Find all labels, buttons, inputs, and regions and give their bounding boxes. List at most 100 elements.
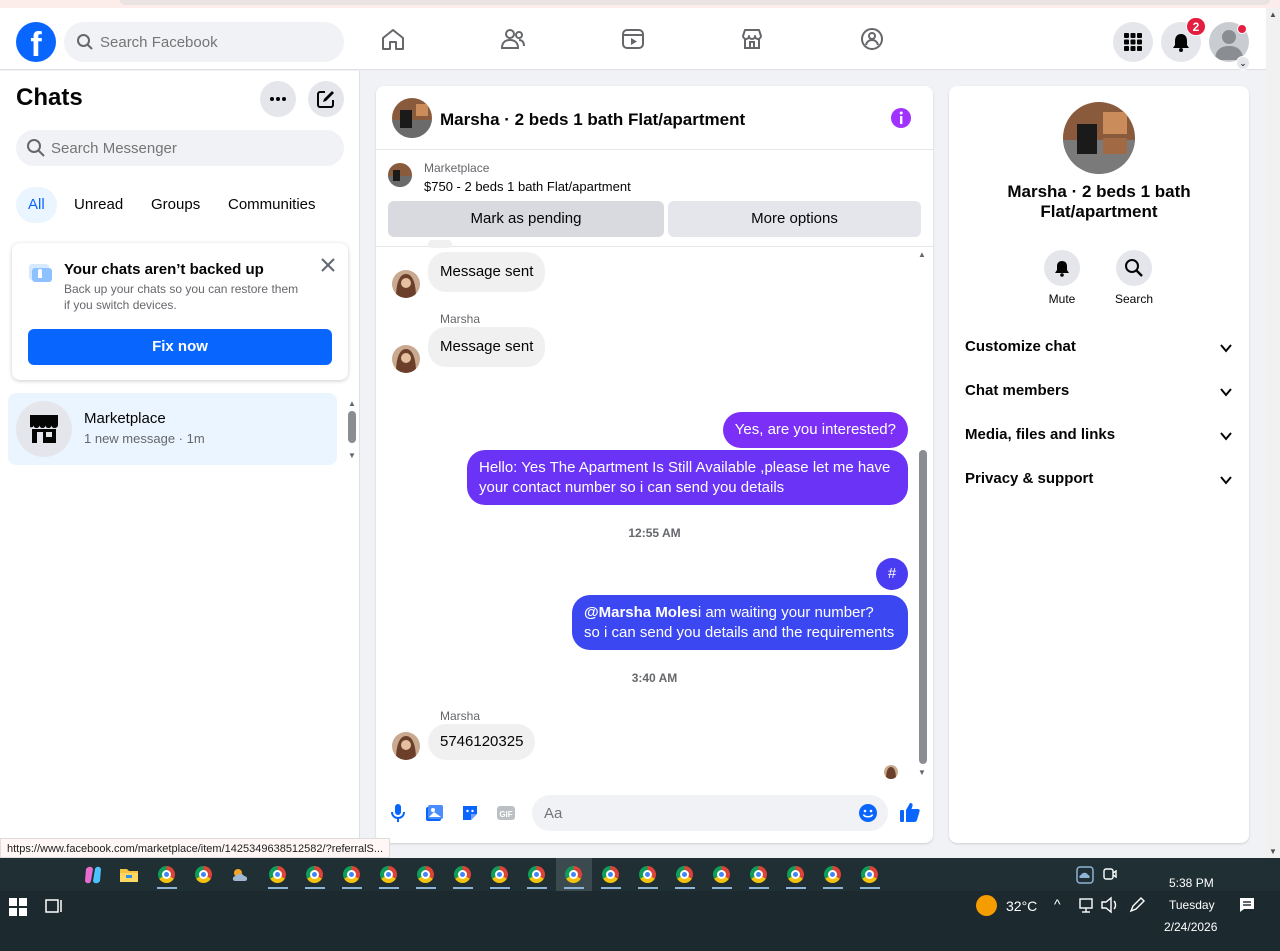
page-scrollbar[interactable]: ▲ ▼ <box>1266 8 1280 858</box>
listing-avatar-large[interactable] <box>1063 102 1135 174</box>
network-icon[interactable] <box>1078 896 1096 914</box>
message-bubble[interactable]: # <box>876 558 908 590</box>
avatar[interactable] <box>392 732 420 760</box>
thread-list-scrollbar[interactable]: ▲ ▼ <box>347 399 357 461</box>
message-input-wrapper[interactable] <box>532 795 888 831</box>
facebook-search-input[interactable] <box>100 22 330 62</box>
menu-button[interactable] <box>1113 22 1153 62</box>
filter-groups[interactable]: Groups <box>139 187 212 223</box>
more-options-button[interactable]: More options <box>668 201 921 237</box>
listing-avatar[interactable] <box>392 98 432 138</box>
info-icon[interactable] <box>890 107 912 129</box>
list-item[interactable]: Marketplace 1 new message · 1m <box>8 393 337 465</box>
pen-icon[interactable] <box>1128 896 1146 914</box>
listing-summary[interactable]: $750 - 2 beds 1 bath Flat/apartment <box>424 179 631 194</box>
sticker-icon[interactable] <box>460 803 480 823</box>
facebook-search[interactable] <box>64 22 344 62</box>
avatar[interactable] <box>392 345 420 373</box>
search-button[interactable] <box>1116 250 1152 286</box>
scroll-down-icon[interactable]: ▼ <box>1269 847 1277 856</box>
weather-temp[interactable]: 32°C <box>1006 898 1037 914</box>
message-bubble[interactable]: Message sent <box>428 252 546 292</box>
chevron-up-icon[interactable]: ^ <box>1054 896 1061 912</box>
chrome-icon[interactable] <box>303 864 327 889</box>
clock-date[interactable]: 2/24/2026 <box>1164 920 1217 934</box>
volume-icon[interactable] <box>1100 896 1120 914</box>
scroll-down-icon[interactable]: ▼ <box>918 768 926 777</box>
photo-icon[interactable] <box>424 803 444 823</box>
messenger-search[interactable] <box>16 130 344 166</box>
windows-start-icon[interactable] <box>9 898 27 916</box>
message-input[interactable] <box>544 795 844 831</box>
privacy-support-section[interactable]: Privacy & support <box>957 458 1241 502</box>
chrome-icon[interactable] <box>821 864 845 889</box>
like-icon[interactable] <box>899 801 921 823</box>
chrome-icon[interactable] <box>488 864 512 889</box>
mention[interactable]: @Marsha Moles <box>584 604 698 621</box>
mark-pending-button[interactable]: Mark as pending <box>388 201 664 237</box>
marketplace-icon[interactable] <box>739 26 765 52</box>
scroll-down-icon[interactable]: ▼ <box>348 451 356 460</box>
avatar[interactable] <box>392 270 420 298</box>
weather-sun-icon[interactable] <box>976 895 997 916</box>
chrome-icon[interactable] <box>192 864 216 886</box>
notification-center-icon[interactable] <box>1238 896 1256 914</box>
media-files-links-section[interactable]: Media, files and links <box>957 414 1241 458</box>
mute-action[interactable]: Mute <box>1032 250 1092 306</box>
copilot-icon[interactable] <box>82 864 106 886</box>
home-icon[interactable] <box>380 26 406 52</box>
message-bubble[interactable]: 5746120325 <box>428 724 536 760</box>
meet-now-icon[interactable] <box>1102 866 1118 882</box>
message-bubble[interactable]: @Marsha Molesi am waiting your number? s… <box>572 595 908 650</box>
chat-options-button[interactable] <box>260 81 296 117</box>
search-action[interactable]: Search <box>1104 250 1164 306</box>
filter-communities[interactable]: Communities <box>216 187 328 223</box>
fix-now-button[interactable]: Fix now <box>28 329 332 365</box>
groups-icon[interactable] <box>859 26 885 52</box>
chrome-icon[interactable] <box>784 864 808 889</box>
weather-app-icon[interactable] <box>229 864 253 886</box>
messenger-search-input[interactable] <box>51 130 331 166</box>
mute-button[interactable] <box>1044 250 1080 286</box>
chrome-icon[interactable] <box>599 864 623 889</box>
chrome-icon[interactable] <box>636 864 660 889</box>
video-icon[interactable] <box>620 26 646 52</box>
chrome-icon[interactable] <box>414 864 438 889</box>
conversation-title[interactable]: Marsha · 2 beds 1 bath Flat/apartment <box>440 110 745 130</box>
chrome-icon[interactable] <box>710 864 734 889</box>
chrome-icon[interactable] <box>377 864 401 889</box>
message-bubble[interactable]: Message sent <box>428 327 546 367</box>
chat-members-section[interactable]: Chat members <box>957 370 1241 414</box>
message-bubble[interactable]: Yes, are you interested? <box>722 412 908 448</box>
chrome-icon[interactable] <box>858 864 882 889</box>
message-bubble[interactable]: Hello: Yes The Apartment Is Still Availa… <box>467 450 908 505</box>
file-explorer-icon[interactable] <box>118 864 142 886</box>
chrome-icon[interactable] <box>747 864 771 889</box>
scroll-up-icon[interactable]: ▲ <box>918 250 926 259</box>
chrome-icon[interactable] <box>525 864 549 889</box>
chrome-icon[interactable] <box>562 864 586 889</box>
emoji-icon[interactable] <box>858 803 878 823</box>
chrome-icon[interactable] <box>340 864 364 889</box>
scrollbar-thumb[interactable] <box>348 411 356 443</box>
chrome-icon[interactable] <box>673 864 697 889</box>
listing-thumbnail[interactable] <box>388 163 412 187</box>
messages-scrollbar[interactable]: ▲ ▼ <box>917 250 931 780</box>
chrome-icon[interactable] <box>266 864 290 889</box>
new-message-button[interactable] <box>308 81 344 117</box>
facebook-logo-icon[interactable]: f <box>16 22 56 62</box>
scroll-up-icon[interactable]: ▲ <box>1269 10 1277 19</box>
microphone-icon[interactable] <box>390 803 406 823</box>
filter-all[interactable]: All <box>16 187 57 223</box>
filter-unread[interactable]: Unread <box>62 187 135 223</box>
scroll-up-icon[interactable]: ▲ <box>348 399 356 408</box>
clock-day[interactable]: Tuesday <box>1169 898 1215 912</box>
chevron-down-icon[interactable]: ⌄ <box>1236 56 1250 70</box>
task-view-icon[interactable] <box>44 897 64 915</box>
scrollbar-thumb[interactable] <box>919 450 927 764</box>
gif-icon[interactable]: GIF <box>496 803 516 823</box>
customize-chat-section[interactable]: Customize chat <box>957 326 1241 370</box>
chrome-icon[interactable] <box>451 864 475 889</box>
close-icon[interactable] <box>318 255 338 275</box>
chrome-icon[interactable] <box>155 864 179 889</box>
